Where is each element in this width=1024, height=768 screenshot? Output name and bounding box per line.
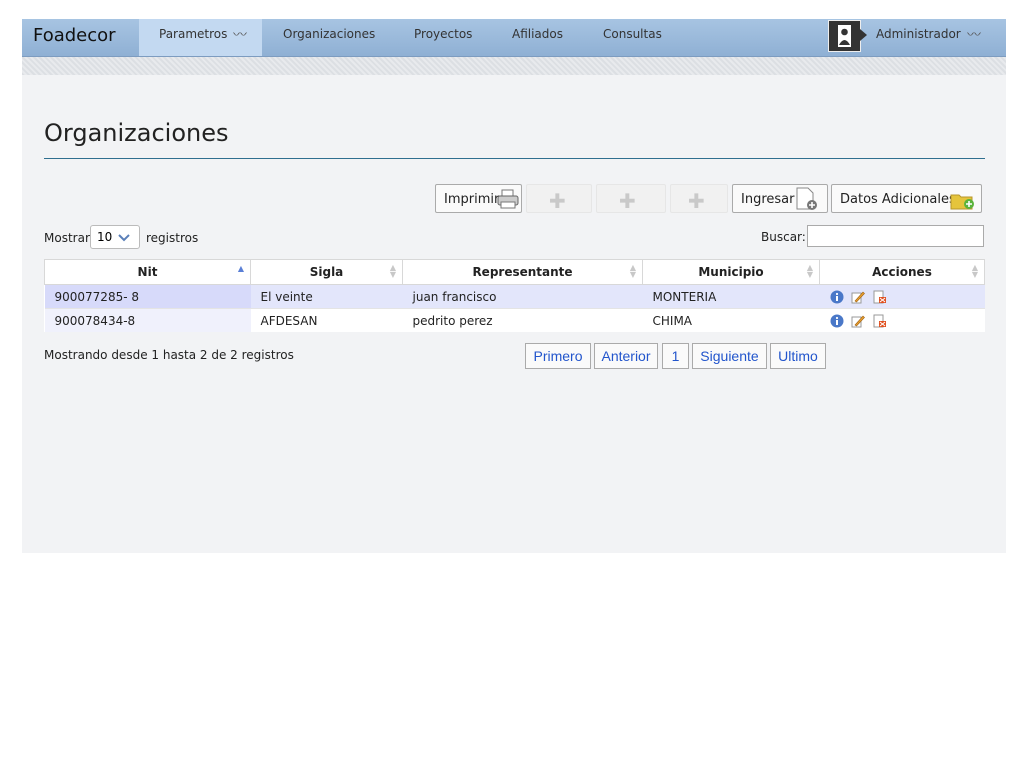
info-icon[interactable] — [830, 290, 844, 304]
column-header-sigla[interactable]: Sigla ▲ ▼ — [250, 259, 403, 285]
records-label: registros — [146, 231, 199, 245]
table-row[interactable]: 900078434-8 AFDESAN pedrito perez CHIMA — [44, 308, 985, 332]
delete-icon[interactable] — [873, 314, 887, 328]
avatar-pointer-icon — [860, 29, 867, 41]
page-size-value: 10 — [97, 230, 113, 244]
search-label: Buscar: — [761, 230, 806, 244]
cell-sigla: AFDESAN — [250, 308, 403, 332]
pagination-first-button[interactable]: Primero — [525, 343, 591, 369]
title-divider — [44, 158, 985, 159]
cell-sigla: El veinte — [250, 284, 403, 309]
folder-add-icon — [950, 194, 974, 210]
nav-decorative-stripe — [22, 57, 1006, 75]
pagination-previous-button[interactable]: Anterior — [594, 343, 658, 369]
edit-icon[interactable] — [851, 290, 866, 304]
column-header-label: Acciones — [872, 265, 932, 279]
print-button-label: Imprimir — [444, 192, 500, 207]
page-title: Organizaciones — [44, 119, 229, 147]
nav-item-label: Afiliados — [512, 27, 563, 41]
table-row[interactable]: 900077285- 8 El veinte juan francisco MO… — [44, 284, 985, 309]
organizations-table: Nit ▲ Sigla ▲ ▼ Representante ▲ ▼ Municipio ▲ ▼… — [44, 259, 985, 332]
user-icon — [838, 25, 851, 47]
column-header-representante[interactable]: Representante ▲ ▼ — [402, 259, 643, 285]
column-header-acciones[interactable]: Acciones ▲ ▼ — [819, 259, 985, 285]
sort-icon: ▲ ▼ — [806, 263, 813, 279]
cell-nit: 900078434-8 — [44, 308, 251, 332]
column-header-label: Representante — [472, 265, 573, 279]
nav-item-organizaciones[interactable]: Organizaciones — [283, 19, 375, 56]
nav-item-label: Organizaciones — [283, 27, 376, 41]
edit-icon[interactable] — [851, 314, 866, 328]
puzzle-icon: ✚ — [688, 189, 705, 213]
info-icon[interactable] — [830, 314, 844, 328]
show-label: Mostrar — [44, 231, 90, 245]
page-size-select[interactable]: 10 — [90, 225, 140, 249]
printer-icon — [497, 189, 519, 209]
sort-icon: ▲ ▼ — [971, 263, 978, 279]
column-header-label: Sigla — [309, 265, 344, 279]
disabled-action-button-2: ✚ — [596, 184, 666, 213]
column-header-municipio[interactable]: Municipio ▲ ▼ — [642, 259, 820, 285]
column-header-label: Nit — [137, 265, 158, 279]
brand-logo[interactable]: Foadecor — [33, 25, 116, 46]
add-button-label: Ingresar — [741, 192, 795, 207]
add-button[interactable]: Ingresar — [732, 184, 828, 213]
nav-item-parametros[interactable]: Parametros 〰 — [139, 19, 262, 56]
puzzle-icon: ✚ — [619, 189, 636, 213]
nav-item-proyectos[interactable]: Proyectos — [414, 19, 472, 56]
pagination-page-1-button[interactable]: 1 — [662, 343, 689, 369]
print-button[interactable]: Imprimir — [435, 184, 522, 213]
additional-data-button[interactable]: Datos Adicionales — [831, 184, 982, 213]
column-header-label: Municipio — [698, 265, 764, 279]
pagination-next-button[interactable]: Siguiente — [692, 343, 767, 369]
chevron-down-icon: 〰 — [966, 30, 981, 41]
top-navbar: Foadecor Parametros 〰 Organizaciones Proy… — [22, 19, 1006, 57]
nav-item-label: Proyectos — [414, 27, 473, 41]
user-avatar[interactable] — [828, 20, 861, 52]
sort-ascending-icon: ▲ — [237, 264, 244, 273]
chevron-down-icon — [118, 234, 130, 242]
cell-nit: 900077285- 8 — [44, 284, 251, 309]
puzzle-icon: ✚ — [549, 189, 566, 213]
user-name: Administrador — [876, 27, 961, 41]
cell-municipio: CHIMA — [642, 308, 820, 332]
sort-icon: ▲ ▼ — [629, 263, 636, 279]
table-header-row: Nit ▲ Sigla ▲ ▼ Representante ▲ ▼ Municipio ▲ ▼… — [44, 259, 985, 285]
cell-acciones — [819, 284, 985, 309]
nav-item-afiliados[interactable]: Afiliados — [512, 19, 563, 56]
column-header-nit[interactable]: Nit ▲ — [44, 259, 251, 285]
nav-item-label: Consultas — [603, 27, 662, 41]
cell-representante: pedrito perez — [402, 308, 643, 332]
additional-data-button-label: Datos Adicionales — [840, 192, 956, 207]
cell-municipio: MONTERIA — [642, 284, 820, 309]
sort-icon: ▲ ▼ — [389, 263, 396, 279]
delete-icon[interactable] — [873, 290, 887, 304]
nav-item-label: Parametros — [159, 27, 228, 41]
disabled-action-button-1: ✚ — [526, 184, 592, 213]
new-document-icon — [796, 187, 817, 210]
app-frame: Foadecor Parametros 〰 Organizaciones Proy… — [22, 19, 1006, 553]
cell-acciones — [819, 308, 985, 332]
disabled-action-button-3: ✚ — [670, 184, 728, 213]
cell-representante: juan francisco — [402, 284, 643, 309]
user-menu[interactable]: Administrador 〰 — [876, 19, 981, 56]
search-input[interactable] — [807, 225, 984, 247]
pagination-last-button[interactable]: Ultimo — [770, 343, 826, 369]
records-info: Mostrando desde 1 hasta 2 de 2 registros — [44, 348, 294, 362]
nav-item-consultas[interactable]: Consultas — [603, 19, 662, 56]
chevron-down-icon: 〰 — [233, 30, 248, 41]
